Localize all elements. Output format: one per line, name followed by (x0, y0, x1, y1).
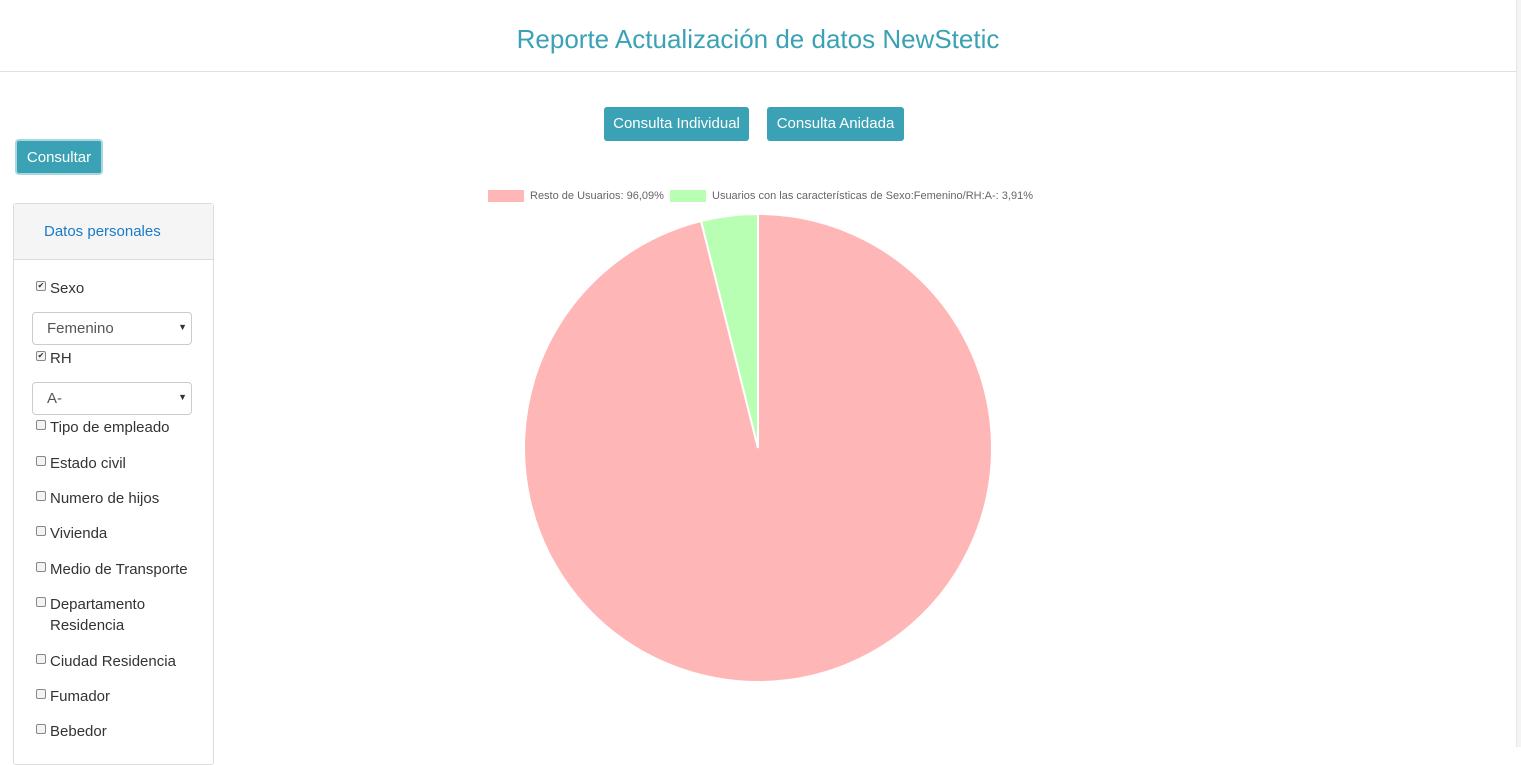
option-label: Sexo (50, 280, 85, 297)
consulta-individual-button[interactable]: Consulta Individual (604, 107, 749, 141)
checkbox[interactable] (36, 724, 46, 734)
option-label: Estado civil (50, 455, 126, 472)
caret-down-icon: ▼ (178, 322, 187, 332)
datos-personales-link[interactable]: Datos personales (44, 223, 161, 240)
legend-label: Usuarios con las características de Sexo… (712, 190, 1033, 203)
page-title: Reporte Actualización de datos NewStetic (516, 24, 1000, 54)
option-label: Numero de hijos (50, 490, 160, 507)
option-label: Medio de Transporte (50, 561, 188, 578)
checkbox[interactable] (36, 689, 46, 699)
option-label-line1: Departamento (50, 596, 146, 613)
option-label: RH (50, 350, 72, 367)
checkbox[interactable] (36, 526, 46, 536)
option-label: Vivienda (50, 525, 108, 542)
datos-personales-panel: Datos personales ✔ Sexo Femenino ▼ ✔ RH … (13, 203, 214, 765)
sexo-checkbox[interactable]: ✔ (36, 281, 46, 291)
checkbox[interactable] (36, 597, 46, 607)
option-label: Tipo de empleado (50, 419, 170, 436)
legend-item-usuarios[interactable]: Usuarios con las características de Sexo… (670, 190, 1033, 203)
panel-header: Datos personales (14, 204, 213, 260)
checkbox[interactable] (36, 654, 46, 664)
consulta-anidada-button[interactable]: Consulta Anidada (767, 107, 904, 141)
legend-label: Resto de Usuarios: 96,09% (530, 190, 664, 203)
legend-swatch (488, 190, 524, 203)
legend-item-resto[interactable]: Resto de Usuarios: 96,09% (488, 190, 664, 203)
checkbox[interactable] (36, 562, 46, 572)
pie-chart (523, 212, 993, 683)
checkbox[interactable] (36, 456, 46, 466)
option-label: Bebedor (50, 723, 107, 740)
select-value: Femenino (47, 320, 114, 337)
rh-select[interactable]: A- ▼ (32, 382, 192, 415)
consultar-button[interactable]: Consultar (15, 139, 103, 175)
checkbox[interactable] (36, 491, 46, 501)
legend-swatch (670, 190, 706, 203)
select-value: A- (47, 390, 62, 407)
option-label: Fumador (50, 688, 111, 705)
sexo-select[interactable]: Femenino ▼ (32, 312, 192, 345)
option-label: Departamento Residencia (50, 594, 145, 636)
option-label: Ciudad Residencia (50, 653, 176, 670)
option-label-line2: Residencia (50, 617, 125, 634)
rh-checkbox[interactable]: ✔ (36, 351, 46, 361)
checkbox[interactable] (36, 420, 46, 430)
caret-down-icon: ▼ (178, 392, 187, 402)
header-bar: Reporte Actualización de datos NewStetic (0, 0, 1516, 72)
scrollbar[interactable] (1517, 0, 1521, 747)
